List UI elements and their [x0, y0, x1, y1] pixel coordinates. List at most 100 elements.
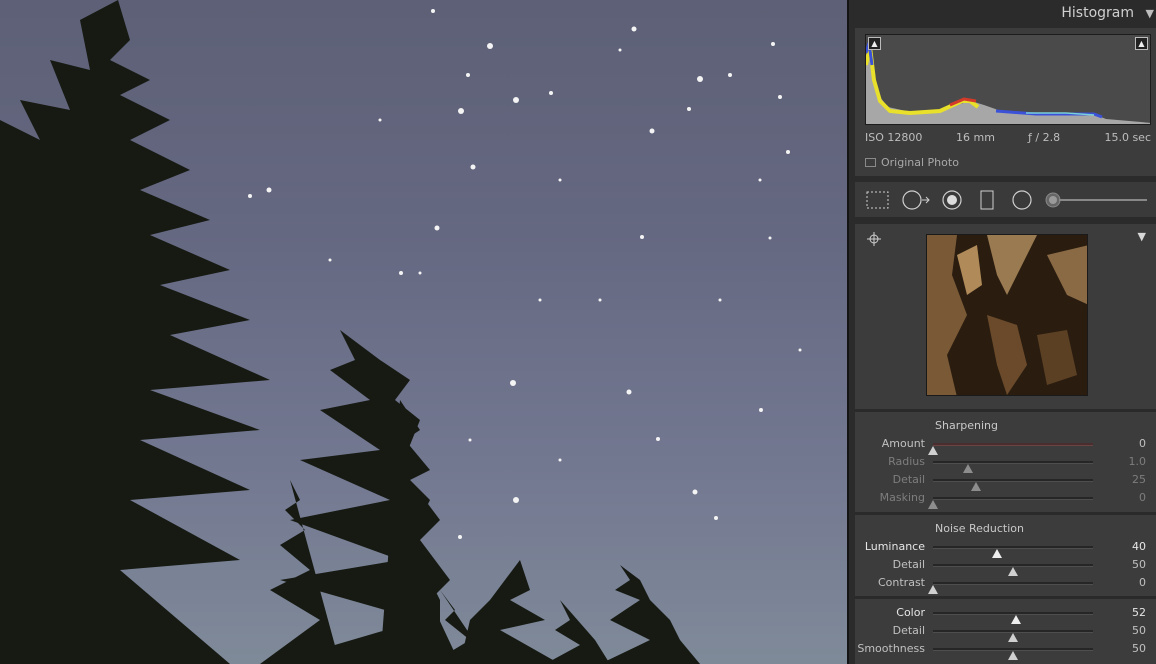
slider-track[interactable]: [933, 612, 1093, 624]
original-photo-label: Original Photo: [881, 156, 959, 169]
slider-value[interactable]: 0: [1139, 576, 1146, 589]
slider-label: Masking: [879, 491, 925, 504]
star: [656, 437, 660, 441]
star: [513, 97, 519, 103]
star: [626, 389, 632, 395]
target-adjustment-icon[interactable]: [867, 232, 881, 246]
highlight-clipping-icon[interactable]: ▲: [1135, 37, 1148, 50]
star: [778, 95, 782, 99]
slider-track[interactable]: [928, 497, 1093, 509]
star: [798, 348, 802, 352]
exif-focal-length: 16 mm: [956, 131, 995, 144]
preview-toggle-triangle-icon[interactable]: ▼: [1138, 230, 1146, 243]
star: [558, 458, 562, 462]
slider-label: Color: [896, 606, 925, 619]
histogram-panel: ▲ ▲ ISO 12800 16 mm ƒ / 2.8 15.0 sec Ori…: [855, 28, 1156, 176]
slider-row-amount: Amount 0: [855, 435, 1156, 455]
slider-label: Smoothness: [857, 642, 925, 655]
graduated-filter-icon[interactable]: [978, 190, 996, 210]
slider-row-contrast: Contrast 0: [855, 574, 1156, 594]
histogram-graph[interactable]: ▲ ▲: [865, 34, 1151, 125]
star: [399, 271, 403, 275]
star: [631, 26, 637, 32]
slider-track[interactable]: [928, 582, 1093, 594]
section-divider: [855, 512, 1156, 515]
crop-overlay-icon[interactable]: [866, 190, 890, 210]
slider-thumb[interactable]: [1008, 651, 1018, 660]
right-panel: Histogram ▼ ▲ ▲ ISO 12800 16 mm ƒ / 2.8 …: [847, 0, 1156, 664]
slider-value[interactable]: 50: [1132, 624, 1146, 637]
star: [266, 187, 272, 193]
star: [771, 42, 775, 46]
slider-label: Detail: [892, 558, 925, 571]
slider-track[interactable]: [928, 443, 1093, 455]
star: [692, 489, 698, 495]
star: [378, 118, 382, 122]
histogram-curves: [866, 42, 1150, 124]
star: [697, 76, 703, 82]
slider-value[interactable]: 25: [1132, 473, 1146, 486]
star: [714, 516, 718, 520]
star: [718, 298, 722, 302]
star: [768, 236, 772, 240]
detail-preview-image[interactable]: [926, 234, 1088, 396]
slider-label: Detail: [892, 624, 925, 637]
star: [758, 178, 762, 182]
original-photo-toggle[interactable]: Original Photo: [865, 156, 959, 169]
star: [786, 150, 790, 154]
shadow-clipping-icon[interactable]: ▲: [868, 37, 881, 50]
slider-track[interactable]: [933, 546, 1093, 558]
star: [470, 164, 476, 170]
star: [598, 298, 602, 302]
exif-info: ISO 12800 16 mm ƒ / 2.8 15.0 sec: [865, 131, 1151, 145]
star: [418, 271, 422, 275]
slider-track[interactable]: [933, 479, 1093, 491]
tool-strip: [855, 182, 1156, 217]
star: [618, 48, 622, 52]
slider-value[interactable]: 40: [1132, 540, 1146, 553]
slider-label: Amount: [881, 437, 925, 450]
slider-track[interactable]: [933, 648, 1093, 660]
photo-canvas[interactable]: [0, 0, 847, 664]
exif-aperture: ƒ / 2.8: [1028, 131, 1061, 144]
slider-thumb[interactable]: [928, 585, 938, 594]
star: [466, 73, 470, 77]
red-eye-icon[interactable]: [940, 190, 964, 210]
spot-removal-icon[interactable]: [902, 190, 932, 210]
star: [728, 73, 732, 77]
slider-value[interactable]: 50: [1132, 642, 1146, 655]
slider-row-radius: Radius 1.0: [855, 453, 1156, 473]
exif-iso: ISO 12800: [865, 131, 923, 144]
slider-row-masking: Masking 0: [855, 489, 1156, 509]
radial-filter-icon[interactable]: [1010, 190, 1034, 210]
slider-thumb[interactable]: [928, 500, 938, 509]
collapse-triangle-icon[interactable]: ▼: [1146, 7, 1154, 20]
section-divider: [855, 409, 1156, 412]
star: [458, 535, 462, 539]
section-divider: [855, 596, 1156, 599]
slider-value[interactable]: 52: [1132, 606, 1146, 619]
adjustment-brush-icon[interactable]: [1043, 190, 1149, 210]
slider-track[interactable]: [933, 564, 1093, 576]
star: [468, 438, 472, 442]
slider-value[interactable]: 0: [1139, 491, 1146, 504]
star: [640, 235, 644, 239]
slider-value[interactable]: 1.0: [1129, 455, 1147, 468]
slider-row-detail: Detail 50: [855, 556, 1156, 576]
star: [759, 408, 763, 412]
histogram-header[interactable]: Histogram ▼: [849, 0, 1156, 26]
star: [538, 298, 542, 302]
star: [487, 43, 493, 49]
slider-label: Contrast: [877, 576, 925, 589]
star: [458, 108, 464, 114]
slider-row-color: Color 52: [855, 604, 1156, 624]
slider-value[interactable]: 0: [1139, 437, 1146, 450]
slider-track[interactable]: [933, 461, 1093, 473]
night-sky-image: [0, 0, 802, 664]
slider-value[interactable]: 50: [1132, 558, 1146, 571]
star: [558, 178, 562, 182]
original-photo-checkbox[interactable]: [865, 158, 876, 167]
slider-track[interactable]: [933, 630, 1093, 642]
star: [431, 9, 435, 13]
star: [248, 194, 252, 198]
